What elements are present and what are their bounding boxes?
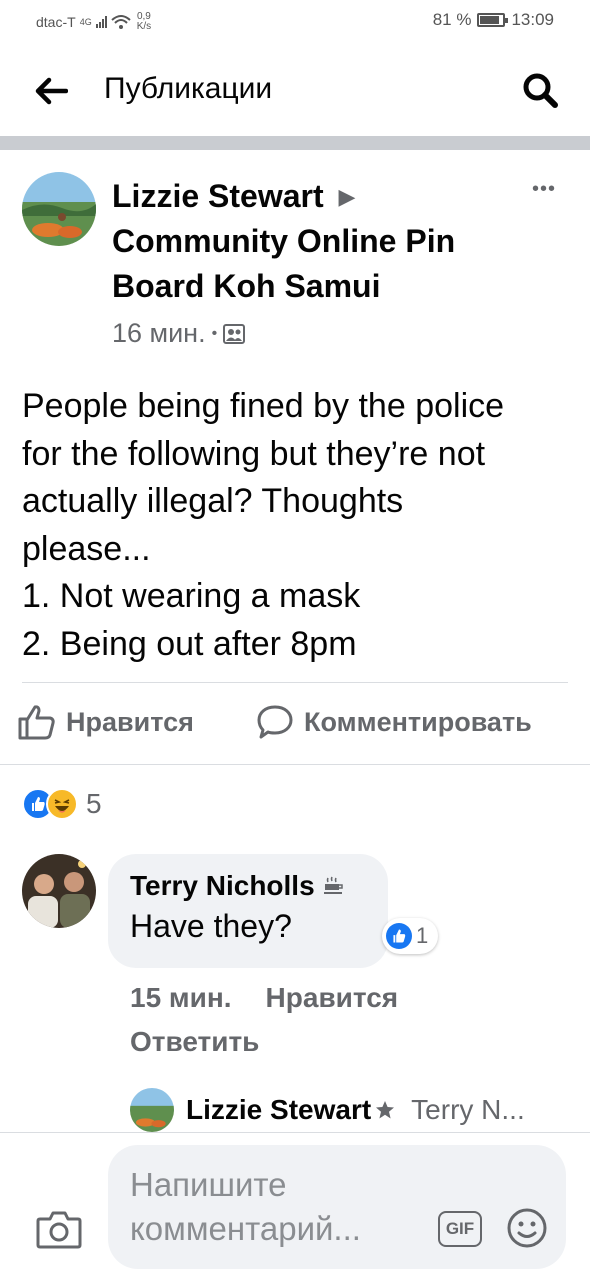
post-text-line: 1. Not wearing a mask — [22, 577, 361, 615]
speed-unit: K/s — [136, 21, 152, 32]
battery-icon — [477, 13, 509, 27]
avatar-image — [22, 854, 96, 928]
status-bar: dtac-T 4G 0,9 K/s 81 % 13:09 — [0, 0, 590, 44]
comment-time: 15 мин. — [130, 982, 232, 1013]
divider — [0, 764, 590, 765]
divider — [22, 682, 568, 683]
avatar-image — [22, 172, 96, 246]
comment-text: Have they? — [130, 908, 292, 944]
clock: 13:09 — [511, 10, 554, 29]
battery-percent: 81 % — [432, 10, 472, 29]
meta-separator: • — [211, 324, 218, 342]
emoji-icon[interactable] — [506, 1207, 548, 1249]
top-bar: Публикации — [0, 44, 590, 136]
comment-reply-button[interactable]: Ответить — [130, 1020, 259, 1064]
commenter-avatar[interactable] — [22, 854, 96, 928]
comment-author[interactable]: Terry Nicholls — [130, 870, 315, 902]
post-text-line: please... — [22, 529, 151, 568]
post-author-line: Lizzie Stewart ▶ Community Online Pin Bo… — [112, 174, 512, 309]
back-arrow-icon[interactable] — [34, 76, 68, 106]
comment-input[interactable]: Напишите комментарий... GIF — [108, 1145, 566, 1269]
comment-button[interactable]: Комментировать — [256, 704, 532, 740]
post-time[interactable]: 16 мин. — [112, 318, 206, 349]
comment-like-button[interactable]: Нравится — [266, 976, 399, 1020]
coffee-badge-icon — [323, 876, 343, 894]
camera-icon[interactable] — [36, 1209, 82, 1249]
thumbs-up-icon — [18, 705, 55, 740]
reply-preview[interactable]: Lizzie Stewart Terry N... — [130, 1088, 525, 1132]
post-group[interactable]: Community Online Pin Board Koh Samui — [112, 223, 455, 304]
signal-icon — [95, 16, 107, 28]
wifi-icon — [111, 15, 131, 29]
reply-avatar — [130, 1088, 174, 1132]
status-left: dtac-T 4G 0,9 K/s — [36, 12, 151, 32]
comment-label: Комментировать — [304, 706, 532, 737]
more-options-icon[interactable]: ••• — [532, 178, 556, 201]
search-icon[interactable] — [520, 70, 560, 110]
carrier-label: dtac-T — [36, 14, 76, 30]
post-author[interactable]: Lizzie Stewart — [112, 178, 324, 214]
post-header: Lizzie Stewart ▶ Community Online Pin Bo… — [0, 150, 590, 360]
arrow-right-icon: ▶ — [338, 184, 356, 209]
avatar-image — [130, 1088, 174, 1132]
comment-placeholder: Напишите комментарий... — [130, 1166, 361, 1247]
header-divider — [0, 136, 590, 150]
post-text-line: for the following but they’re not — [22, 434, 486, 473]
like-button[interactable]: Нравится — [18, 704, 194, 740]
status-right: 81 % 13:09 — [433, 10, 554, 30]
gif-button[interactable]: GIF — [438, 1211, 482, 1247]
star-icon — [376, 1101, 395, 1119]
comment-like-count: 1 — [416, 923, 429, 948]
post-text-line: actually illegal? Thoughts — [22, 482, 404, 520]
comment-author-line: Terry Nicholls — [130, 870, 366, 902]
reaction-summary[interactable]: 5 — [22, 788, 102, 820]
post-text-line: 2. Being out after 8pm — [22, 624, 357, 663]
post-body: People being fined by the police for the… — [22, 383, 572, 668]
post-text-line: People being fined by the police — [22, 387, 505, 425]
network-speed: 0,9 K/s — [137, 12, 151, 32]
reply-author: Lizzie Stewart — [186, 1094, 372, 1125]
reply-target: Terry N... — [411, 1094, 525, 1125]
reaction-count: 5 — [86, 788, 102, 819]
author-avatar[interactable] — [22, 172, 96, 246]
post-actions: Нравится Комментировать — [0, 684, 590, 764]
comment-bubble[interactable]: Terry Nicholls Have they? — [108, 854, 388, 968]
comment-actions: 15 мин. НравитсяОтветить — [130, 976, 460, 1064]
like-reaction-icon — [386, 923, 412, 949]
network-type: 4G — [79, 17, 92, 27]
like-label: Нравится — [66, 706, 194, 737]
comment-icon — [257, 705, 293, 739]
page-title: Публикации — [104, 72, 273, 105]
comment-reaction-badge[interactable]: 1 — [382, 918, 439, 954]
haha-reaction-icon — [46, 788, 78, 820]
post-meta: 16 мин. • — [112, 318, 246, 349]
group-icon — [223, 323, 246, 344]
comment-composer: Напишите комментарий... GIF — [0, 1132, 590, 1280]
